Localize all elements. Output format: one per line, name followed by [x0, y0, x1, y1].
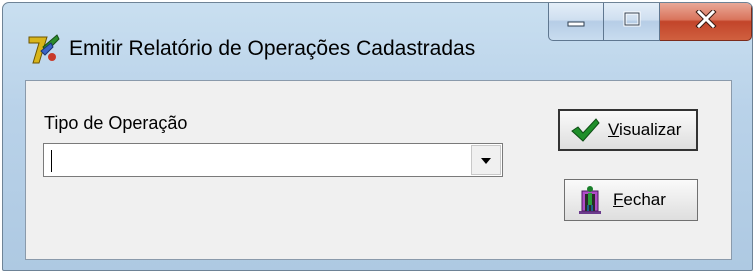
close-icon [694, 8, 717, 33]
close-button[interactable] [660, 3, 752, 41]
caption-buttons [548, 3, 752, 41]
report-window: Emitir Relatório de Operações Cadastrada… [2, 2, 753, 271]
maximize-button[interactable] [604, 3, 660, 41]
app-icon[interactable] [27, 33, 61, 65]
form-client-area: Tipo de Operação Visualizar Fechar [25, 80, 732, 260]
minimize-icon [567, 12, 585, 32]
minimize-button[interactable] [548, 3, 604, 41]
visualizar-button[interactable]: Visualizar [558, 109, 698, 151]
chevron-down-icon [480, 150, 492, 170]
window-title: Emitir Relatório de Operações Cadastrada… [69, 37, 476, 60]
operation-type-value[interactable] [50, 150, 52, 172]
dropdown-arrow-button[interactable] [471, 145, 501, 175]
visualizar-label: Visualizar [608, 120, 682, 139]
door-exit-icon [575, 185, 605, 215]
text-caret [51, 150, 52, 172]
fechar-button[interactable]: Fechar [564, 179, 698, 221]
maximize-icon [623, 11, 641, 32]
checkmark-icon [570, 117, 600, 143]
operation-type-label: Tipo de Operação [44, 113, 188, 133]
operation-type-combobox[interactable] [43, 143, 503, 177]
fechar-label: Fechar [613, 190, 666, 209]
title-bar[interactable]: Emitir Relatório de Operações Cadastrada… [3, 3, 752, 79]
